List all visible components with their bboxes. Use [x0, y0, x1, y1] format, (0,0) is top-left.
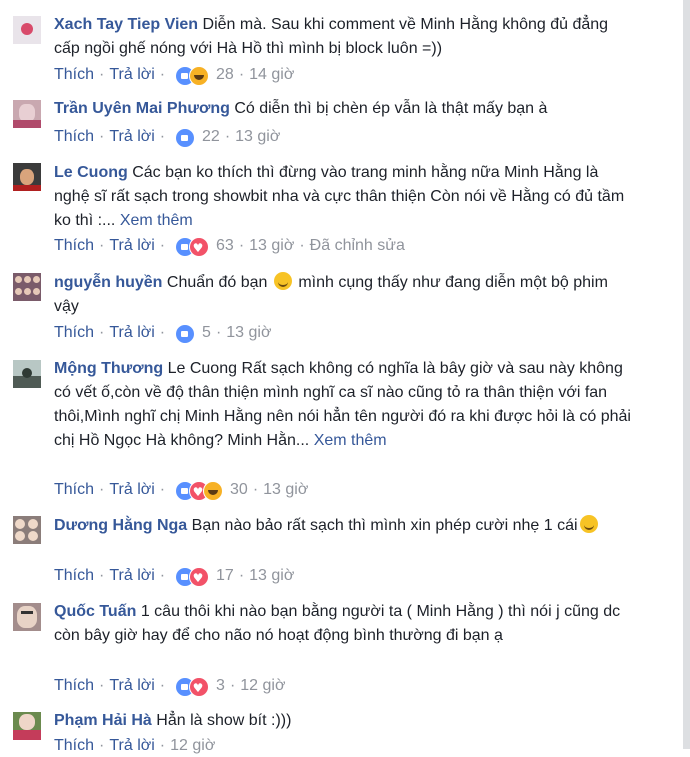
- like-link[interactable]: Thích: [54, 737, 94, 754]
- smile-emoji-icon: [273, 272, 292, 290]
- like-reaction-icon: [174, 127, 195, 148]
- like-reaction-icon: [174, 323, 195, 344]
- comment-author[interactable]: Xach Tay Tiep Vien: [54, 16, 198, 33]
- like-link[interactable]: Thích: [54, 128, 94, 145]
- comment-author[interactable]: Mộng Thương: [54, 360, 163, 377]
- avatar[interactable]: [13, 163, 41, 191]
- comment-actions: Thích·Trả lời· 3·12 giờ: [54, 675, 285, 699]
- love-reaction-icon: [188, 236, 209, 259]
- timestamp[interactable]: 12 giờ: [170, 737, 215, 754]
- like-link[interactable]: Thích: [54, 324, 94, 341]
- comment-text: Có diễn thì bị chèn ép vẫn là thật mấy b…: [234, 100, 548, 117]
- avatar[interactable]: [13, 712, 41, 740]
- reply-link[interactable]: Trả lời: [109, 128, 154, 145]
- comment-actions: Thích·Trả lời· 63·13 giờ·Đã chỉnh sửa: [54, 235, 405, 259]
- comment-actions: Thích·Trả lời· 17·13 giờ: [54, 565, 294, 589]
- reaction-icons[interactable]: [174, 676, 209, 699]
- reaction-icons[interactable]: [174, 566, 209, 589]
- timestamp[interactable]: 13 giờ: [226, 324, 271, 341]
- avatar[interactable]: [13, 603, 41, 631]
- love-reaction-icon: [188, 676, 209, 699]
- comment-body: Phạm Hải Hà Hẳn là show bít :))): [54, 709, 634, 733]
- reaction-count[interactable]: 30: [230, 481, 248, 498]
- avatar[interactable]: [13, 360, 41, 388]
- avatar[interactable]: [13, 100, 41, 128]
- comment-body: Dương Hằng Nga Bạn nào bảo rất sạch thì …: [54, 514, 634, 538]
- reply-link[interactable]: Trả lời: [109, 567, 154, 584]
- reaction-icons[interactable]: [174, 65, 209, 86]
- like-link[interactable]: Thích: [54, 66, 94, 83]
- timestamp[interactable]: 13 giờ: [249, 567, 294, 584]
- timestamp[interactable]: 12 giờ: [240, 677, 285, 694]
- comment-body: Trần Uyên Mai Phương Có diễn thì bị chèn…: [54, 97, 634, 121]
- reply-link[interactable]: Trả lời: [109, 66, 154, 83]
- comment-text: 1 câu thôi khi nào bạn bằng người ta ( M…: [54, 603, 621, 644]
- haha-reaction-icon: [188, 65, 209, 86]
- see-more-link[interactable]: Xem thêm: [120, 212, 193, 229]
- reaction-count[interactable]: 63: [216, 237, 234, 254]
- comment-author[interactable]: Quốc Tuấn: [54, 603, 136, 620]
- timestamp[interactable]: 13 giờ: [263, 481, 308, 498]
- comment-author[interactable]: nguyễn huyền: [54, 274, 162, 291]
- comment-author[interactable]: Trần Uyên Mai Phương: [54, 100, 230, 117]
- timestamp[interactable]: 14 giờ: [249, 66, 294, 83]
- like-link[interactable]: Thích: [54, 481, 94, 498]
- see-more-link[interactable]: Xem thêm: [314, 432, 387, 449]
- reply-link[interactable]: Trả lời: [109, 677, 154, 694]
- love-reaction-icon: [188, 566, 209, 589]
- reply-link[interactable]: Trả lời: [109, 737, 154, 754]
- comment-body: nguyễn huyền Chuẩn đó bạn mình cụng thấy…: [54, 271, 634, 319]
- edited-label[interactable]: Đã chỉnh sửa: [310, 237, 405, 254]
- comment-actions: Thích · Trả lời · 22 · 13 giờ: [54, 126, 280, 148]
- comment-actions: Thích · Trả lời · 5 · 13 giờ: [54, 322, 271, 344]
- reaction-count[interactable]: 3: [216, 677, 225, 694]
- timestamp[interactable]: 13 giờ: [235, 128, 280, 145]
- reaction-count[interactable]: 17: [216, 567, 234, 584]
- haha-reaction-icon: [202, 480, 223, 501]
- like-link[interactable]: Thích: [54, 237, 94, 254]
- reaction-icons[interactable]: [174, 323, 195, 344]
- reply-link[interactable]: Trả lời: [109, 324, 154, 341]
- avatar[interactable]: [13, 516, 41, 544]
- comment-body: Le Cuong Các bạn ko thích thì đừng vào t…: [54, 161, 634, 233]
- comment-actions: Thích · Trả lời · 28 · 14 giờ: [54, 64, 294, 86]
- comment-author[interactable]: Phạm Hải Hà: [54, 712, 152, 729]
- avatar[interactable]: [13, 16, 41, 44]
- reaction-count[interactable]: 22: [202, 128, 220, 145]
- comment-body: Xach Tay Tiep Vien Diễn mà. Sau khi comm…: [54, 13, 634, 61]
- comment-text: Chuẩn đó bạn: [166, 274, 268, 291]
- reply-link[interactable]: Trả lời: [109, 237, 154, 254]
- reaction-icons[interactable]: [174, 236, 209, 259]
- reaction-count[interactable]: 28: [216, 66, 234, 83]
- timestamp[interactable]: 13 giờ: [249, 237, 294, 254]
- comment-text: Hẳn là show bít :))): [156, 712, 292, 729]
- scrollbar-track[interactable]: [683, 0, 690, 749]
- comment-actions: Thích · Trả lời · 12 giờ: [54, 737, 216, 754]
- comment-body: Quốc Tuấn 1 câu thôi khi nào bạn bằng ng…: [54, 600, 634, 648]
- smirk-emoji-icon: [579, 515, 598, 533]
- reply-link[interactable]: Trả lời: [109, 481, 154, 498]
- comment-author[interactable]: Le Cuong: [54, 164, 128, 181]
- comment-body: Mộng Thương Le Cuong Rất sạch không có n…: [54, 357, 634, 453]
- reaction-count[interactable]: 5: [202, 324, 211, 341]
- reaction-icons[interactable]: [174, 127, 195, 148]
- comment-author[interactable]: Dương Hằng Nga: [54, 517, 187, 534]
- reaction-icons[interactable]: [174, 480, 223, 503]
- avatar[interactable]: [13, 273, 41, 301]
- like-link[interactable]: Thích: [54, 567, 94, 584]
- like-link[interactable]: Thích: [54, 677, 94, 694]
- comment-actions: Thích·Trả lời· 30·13 giờ: [54, 479, 308, 503]
- comment-text: Bạn nào bảo rất sạch thì mình xin phép c…: [191, 517, 578, 534]
